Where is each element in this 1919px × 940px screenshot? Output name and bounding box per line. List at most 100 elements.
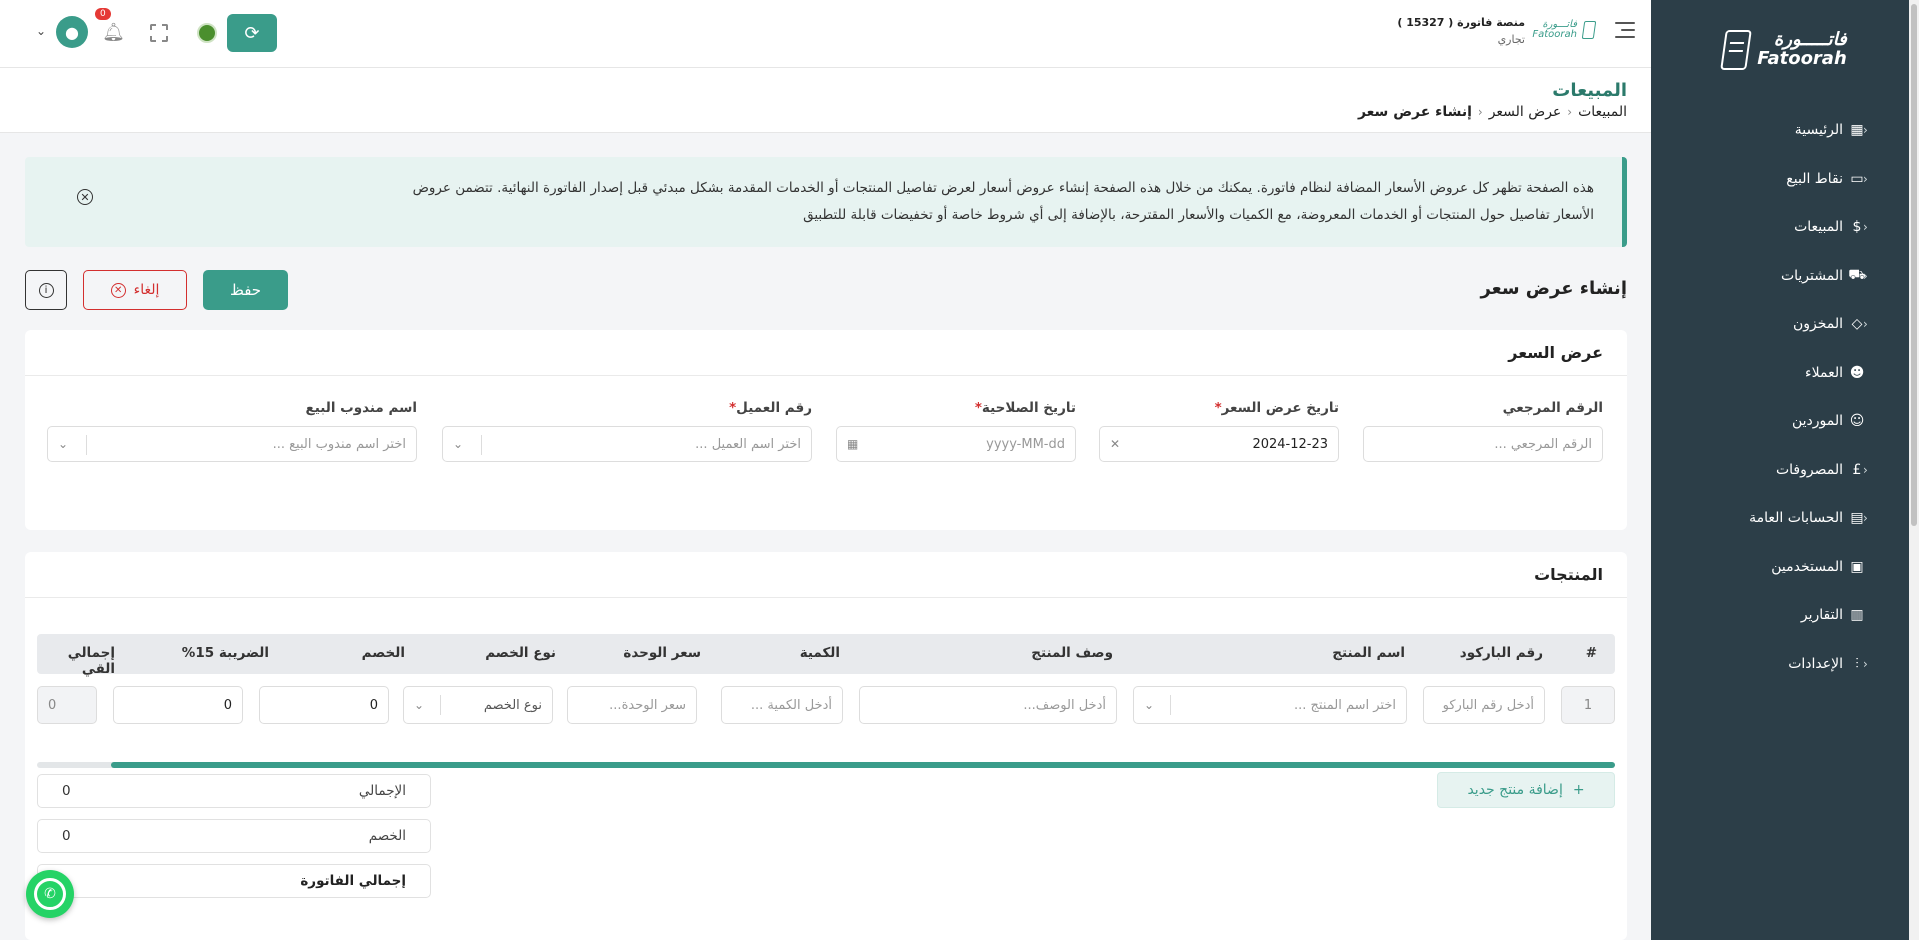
col-index: # (1585, 645, 1597, 661)
user-avatar[interactable]: ● (56, 16, 88, 48)
save-button[interactable]: حفظ (203, 270, 288, 310)
chart-icon: ▥ (1850, 607, 1864, 624)
org-name: منصة فاتورة (1457, 16, 1525, 29)
form-header: إنشاء عرض سعر حفظ إلغاء ✕ i (25, 270, 1627, 310)
discount-total-row: الخصم 0 (37, 819, 431, 853)
products-card: المنتجات # رقم الباركود اسم المنتج وصف ا… (25, 552, 1627, 940)
chevron-down-icon: ⌄ (414, 698, 425, 712)
product-row: 1 أدخل رقم الباركو اختر اسم المنتج ... ⌄ … (37, 686, 1615, 726)
page-header: المبيعات المبيعات ‹ عرض السعر ‹ إنشاء عر… (0, 68, 1651, 133)
chevron-icon: ‹ (1863, 511, 1868, 526)
customer-select[interactable]: اختر اسم العميل ... ⌄ (442, 426, 812, 462)
topbar: فاتـــورة Fatoorah منصة فاتورة ( 15327 ) … (0, 0, 1651, 68)
chevron-icon: ‹ (1863, 171, 1868, 186)
quantity-input[interactable]: أدخل الكمية ... (721, 686, 843, 724)
user-square-icon: ▣ (1850, 558, 1864, 575)
sidebar-item-customers[interactable]: ☻ العملاء (1635, 349, 1919, 398)
sidebar-item-settings[interactable]: ⫶ الإعدادات ‹ (1635, 640, 1919, 689)
chevron-icon: ‹ (1863, 220, 1868, 235)
fatoorah-logo-icon (1581, 21, 1597, 39)
chevron-down-icon: ⌄ (58, 437, 69, 451)
expiry-date-field: تاريخ الصلاحية* yyyy-MM-dd ▦ (836, 400, 1076, 462)
chevron-down-icon[interactable]: ⌄ (36, 24, 46, 38)
refresh-button[interactable]: ⟳ (227, 14, 277, 52)
unit-price-input[interactable]: سعر الوحدة... (567, 686, 697, 724)
salesperson-select[interactable]: اختر اسم مندوب البيع ... ⌄ (47, 426, 417, 462)
main-area: فاتـــورة Fatoorah منصة فاتورة ( 15327 ) … (0, 0, 1651, 940)
bell-icon[interactable]: 🔔︎ (102, 22, 125, 44)
sidebar-item-suppliers[interactable]: ☺ الموردين (1635, 397, 1919, 446)
fatoorah-logo-icon (1720, 30, 1753, 70)
products-table-header: # رقم الباركود اسم المنتج وصف المنتج الك… (37, 634, 1615, 677)
breadcrumb-sales[interactable]: المبيعات (1578, 104, 1627, 120)
row-total: 0 (37, 686, 97, 724)
user-icon: ● (65, 22, 79, 42)
tax-input[interactable]: 0 (113, 686, 243, 724)
whatsapp-icon: ✆ (34, 878, 66, 910)
add-product-button[interactable]: + إضافة منتج جديد (1437, 772, 1615, 808)
sidebar-item-users[interactable]: ▣ المستخدمين (1635, 543, 1919, 592)
info-icon: i (38, 282, 54, 298)
cancel-button[interactable]: إلغاء ✕ (83, 270, 187, 310)
sidebar-logo: فاتـــــورة Fatoorah (1651, 0, 1919, 100)
brand-en: Fatoorah (1532, 29, 1577, 40)
product-select[interactable]: اختر اسم المنتج ... ⌄ (1133, 686, 1407, 724)
barcode-input[interactable]: أدخل رقم الباركو (1423, 686, 1545, 724)
chevron-icon: ‹ (1863, 656, 1868, 671)
reference-field: الرقم المرجعي الرقم المرجعي ... (1363, 400, 1603, 462)
table-horizontal-scrollbar[interactable] (37, 762, 1615, 768)
fullscreen-icon[interactable] (150, 24, 168, 42)
clear-icon[interactable]: ✕ (1110, 437, 1120, 451)
alert-text-line-2: الأسعار تفاصيل حول المنتجات أو الخدمات ا… (803, 207, 1594, 223)
calendar-icon[interactable]: ▦ (847, 437, 858, 451)
refresh-icon: ⟳ (244, 22, 260, 44)
quote-date-input[interactable]: 2024-12-23 ✕ (1099, 426, 1339, 462)
menu-toggle-icon[interactable] (1615, 22, 1635, 38)
breadcrumb-quotes[interactable]: عرض السعر (1489, 104, 1562, 120)
users-icon: ☻ (1849, 364, 1865, 381)
plus-icon: + (1572, 782, 1585, 798)
sidebar-item-reports[interactable]: ▥ التقارير (1635, 591, 1919, 640)
chevron-icon: ‹ (1863, 462, 1868, 477)
saudi-flag-icon[interactable] (197, 23, 217, 43)
description-textarea[interactable]: أدخل الوصف... (859, 686, 1117, 724)
salesperson-field: اسم مندوب البيع اختر اسم مندوب البيع ...… (47, 400, 417, 462)
quote-section-title: عرض السعر (25, 330, 1627, 376)
sidebar-item-sales[interactable]: $ المبيعات ‹ (1635, 203, 1919, 252)
alert-text-line-1: هذه الصفحة تظهر كل عروض الأسعار المضافة … (412, 180, 1594, 196)
products-section-title: المنتجات (25, 552, 1627, 598)
page-title: المبيعات (1552, 80, 1627, 101)
chevron-icon: ‹ (1863, 123, 1868, 138)
info-button[interactable]: i (25, 270, 67, 310)
whatsapp-button[interactable]: ✆ (26, 870, 74, 918)
cancel-label: إلغاء (133, 282, 160, 298)
cancel-x-icon: ✕ (110, 282, 126, 298)
breadcrumb: المبيعات ‹ عرض السعر ‹ إنشاء عرض سعر (1358, 104, 1627, 120)
reference-input[interactable]: الرقم المرجعي ... (1363, 426, 1603, 462)
col-product-name: اسم المنتج (1332, 645, 1405, 661)
organization-info: منصة فاتورة ( 15327 ) تجاري (1397, 16, 1525, 46)
chevron-down-icon: ⌄ (1144, 698, 1155, 712)
close-icon[interactable]: ✕ (77, 189, 93, 205)
col-discount-type: نوع الخصم (485, 645, 556, 661)
sidebar-item-expenses[interactable]: £ المصروفات ‹ (1635, 446, 1919, 495)
sidebar-item-accounts[interactable]: ▤ الحسابات العامة ‹ (1635, 494, 1919, 543)
totals-box: الإجمالي 0 الخصم 0 إجمالي الفاتورة (37, 774, 431, 909)
discount-type-select[interactable]: نوع الخصم ⌄ (403, 686, 553, 724)
discount-input[interactable]: 0 (259, 686, 389, 724)
chevron-icon: ‹ (1863, 317, 1868, 332)
sidebar: فاتـــــورة Fatoorah ▦ الرئيسية ‹ ▭ نقاط الب… (1651, 0, 1919, 940)
sidebar-item-pos[interactable]: ▭ نقاط البيع ‹ (1635, 155, 1919, 204)
customer-label: رقم العميل* (729, 400, 812, 416)
chevron-left-icon: ‹ (1567, 105, 1573, 119)
expiry-date-input[interactable]: yyyy-MM-dd ▦ (836, 426, 1076, 462)
brand-small-logo: فاتـــورة Fatoorah (1532, 20, 1597, 40)
reference-label: الرقم المرجعي (1502, 400, 1603, 416)
sidebar-item-purchases[interactable]: ⛟ المشتريات ‹ (1635, 252, 1919, 301)
row-index: 1 (1561, 686, 1615, 724)
page-scrollbar[interactable] (1909, 0, 1919, 940)
sidebar-item-inventory[interactable]: ◇ المخزون ‹ (1635, 300, 1919, 349)
sidebar-item-home[interactable]: ▦ الرئيسية ‹ (1635, 106, 1919, 155)
sidebar-nav: ▦ الرئيسية ‹ ▭ نقاط البيع ‹ $ المبيعات ‹ ⛟ المش… (1651, 100, 1919, 688)
info-alert: هذه الصفحة تظهر كل عروض الأسعار المضافة … (25, 157, 1627, 247)
